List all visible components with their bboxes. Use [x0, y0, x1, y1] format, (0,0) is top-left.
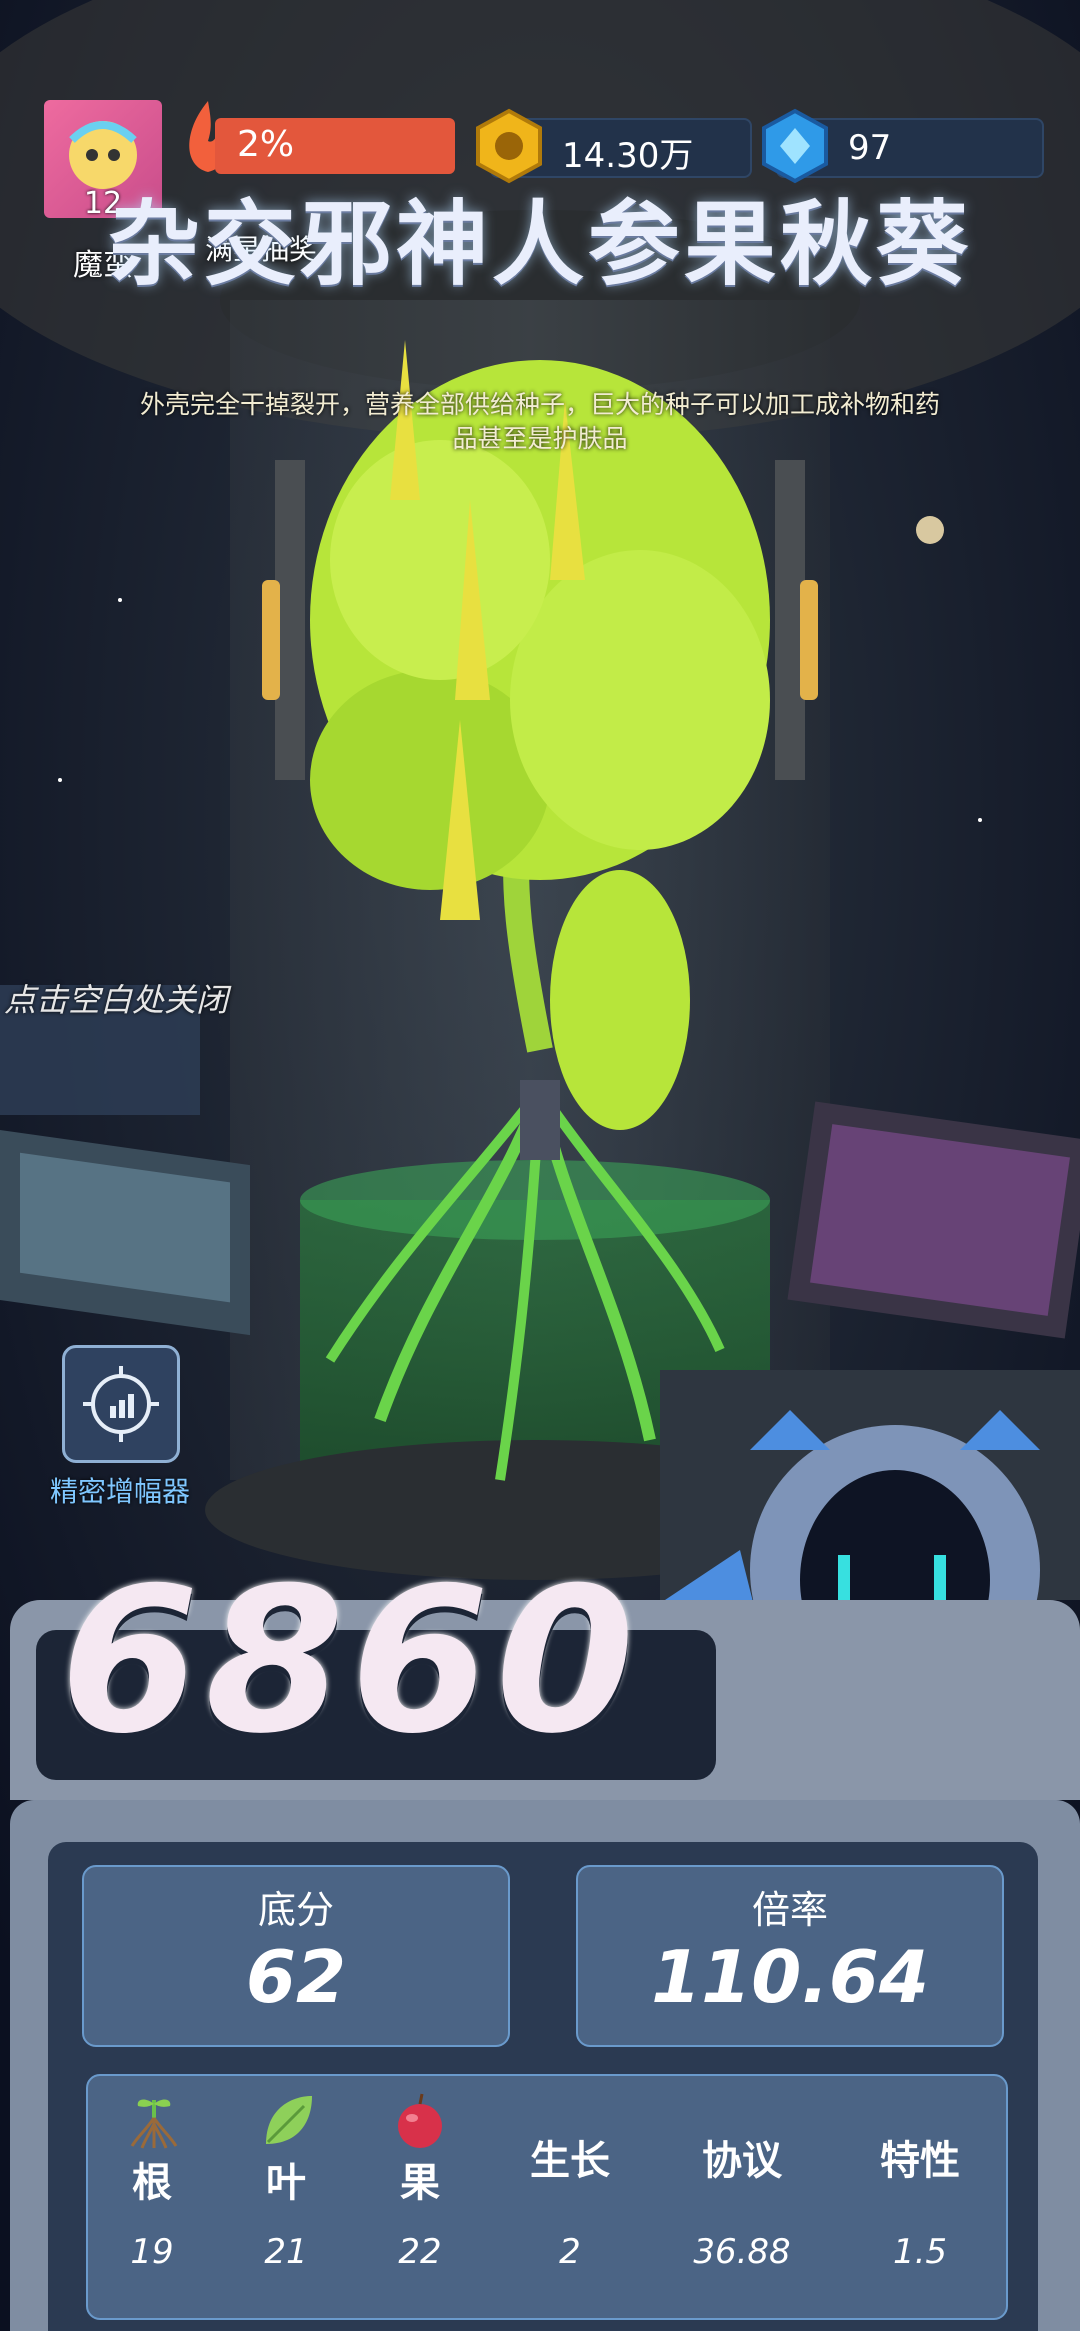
plant-title: 杂交邪神人参果秋葵 — [107, 191, 972, 298]
energy-bar: 2% — [215, 118, 455, 174]
amplifier-button[interactable] — [62, 1345, 180, 1463]
attr-label-fruit: 果 — [400, 2160, 440, 2206]
close-hint[interactable]: 点击空白处关闭 — [4, 975, 228, 1021]
amplifier-label: 精密增幅器 — [49, 1475, 190, 1508]
coin-icon — [476, 108, 542, 184]
attr-label-protocol: 协议 — [702, 2138, 782, 2184]
plant-description-line: 品甚至是护肤品 — [452, 424, 628, 453]
leaf-icon — [266, 2096, 312, 2144]
attr-label-root: 根 — [132, 2160, 172, 2206]
attr-value-leaf: 21 — [264, 2232, 308, 2272]
attr-value-root: 19 — [130, 2232, 174, 2272]
base-score-value: 62 — [245, 1935, 347, 2019]
gem-amount: 97 — [848, 128, 892, 168]
target-chart-icon — [83, 1366, 159, 1442]
root-icon — [130, 2099, 178, 2149]
attr-value-growth: 2 — [559, 2232, 581, 2272]
coin-amount: 14.30万 — [562, 136, 694, 176]
attr-value-protocol: 36.88 — [693, 2232, 791, 2272]
energy-percent: 2% — [237, 124, 295, 165]
multiplier-value: 110.64 — [651, 1935, 929, 2019]
attr-value-trait: 1.5 — [892, 2232, 948, 2272]
base-score-label: 底分 — [257, 1888, 334, 1932]
attr-label-growth: 生长 — [530, 2138, 610, 2184]
attr-value-fruit: 22 — [398, 2232, 442, 2272]
plant-description-line: 外壳完全干掉裂开，营养全部供给种子，巨大的种子可以加工成补物和药 — [139, 390, 940, 419]
gem-icon — [762, 108, 828, 184]
fruit-icon — [398, 2093, 442, 2148]
total-score: 6860 — [60, 1545, 641, 1778]
multiplier-label: 倍率 — [751, 1888, 828, 1932]
base-score-card: 底分 62 — [82, 1865, 510, 2047]
plant-description: 外壳完全干掉裂开，营养全部供给种子，巨大的种子可以加工成补物和药 品甚至是护肤品 — [80, 388, 1000, 456]
multiplier-card: 倍率 110.64 — [576, 1865, 1004, 2047]
attr-label-leaf: 叶 — [266, 2160, 306, 2206]
attr-label-trait: 特性 — [880, 2138, 960, 2184]
